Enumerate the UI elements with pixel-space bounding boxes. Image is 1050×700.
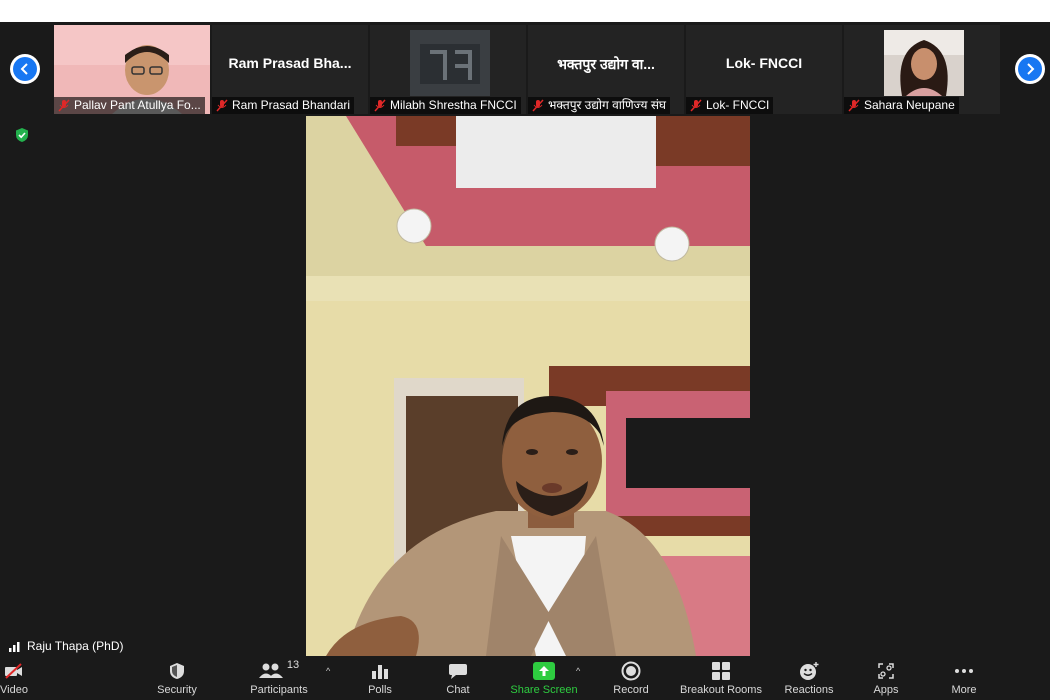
chat-label: Chat — [446, 684, 470, 696]
breakout-rooms-button[interactable]: Breakout Rooms — [676, 658, 766, 700]
security-shield-icon — [170, 663, 184, 679]
participant-name-label: भक्तपुर उद्योग वाणिज्य संघ — [528, 97, 671, 114]
participants-label: Participants — [250, 684, 308, 696]
next-page-button[interactable] — [1015, 54, 1045, 84]
participant-display-name: Lok- FNCCI — [725, 55, 803, 71]
participant-strip: Pallav Pant Atullya Fo... Ram Prasad Bha… — [0, 22, 1050, 114]
muted-mic-icon — [848, 99, 860, 112]
signal-strength-icon — [9, 641, 20, 652]
participants-options-caret-icon[interactable]: ^ — [326, 666, 330, 676]
participant-tile[interactable]: Lok- FNCCI Lok- FNCCI — [686, 25, 842, 114]
encryption-shield-icon[interactable] — [14, 127, 30, 143]
muted-mic-icon — [216, 99, 228, 112]
record-button[interactable]: Record — [610, 658, 652, 700]
share-screen-icon — [533, 662, 555, 680]
polls-icon — [372, 665, 388, 679]
more-label: More — [951, 684, 977, 696]
video-off-icon — [5, 663, 22, 679]
participant-display-name: भक्तपुर उद्योग वा... — [557, 56, 655, 72]
participant-name-label: Lok- FNCCI — [686, 97, 774, 114]
speaker-name-tag: Raju Thapa (PhD) — [4, 637, 129, 655]
muted-mic-icon — [532, 99, 544, 112]
breakout-rooms-label: Breakout Rooms — [680, 684, 762, 696]
speaker-video-frame — [306, 116, 750, 656]
security-label: Security — [157, 684, 197, 696]
muted-mic-icon — [374, 99, 386, 112]
polls-label: Polls — [368, 684, 392, 696]
share-screen-label: Share Screen — [510, 684, 578, 696]
muted-mic-icon — [58, 99, 70, 112]
share-screen-options-caret-icon[interactable]: ^ — [576, 666, 580, 676]
participant-display-name: Ram Prasad Bha... — [228, 55, 352, 71]
meeting-window: Pallav Pant Atullya Fo... Ram Prasad Bha… — [0, 22, 1050, 700]
participant-name: Sahara Neupane — [864, 98, 955, 112]
chat-button[interactable]: Chat — [438, 658, 478, 700]
polls-button[interactable]: Polls — [360, 658, 400, 700]
share-screen-button[interactable]: Share Screen — [508, 658, 580, 700]
participant-name-label: Pallav Pant Atullya Fo... — [54, 97, 205, 114]
more-dots-icon — [955, 669, 973, 673]
chevron-left-icon — [13, 57, 37, 81]
participant-avatar — [410, 30, 490, 96]
participant-tile[interactable]: Pallav Pant Atullya Fo... — [54, 25, 210, 114]
participant-name: भक्तपुर उद्योग वाणिज्य संघ — [548, 98, 667, 112]
speaker-name: Raju Thapa (PhD) — [27, 639, 124, 653]
chevron-right-icon — [1018, 57, 1042, 81]
security-button[interactable]: Security — [148, 658, 206, 700]
participant-tile[interactable]: Milabh Shrestha FNCCI — [370, 25, 526, 114]
participants-button[interactable]: 13 Participants — [245, 658, 313, 700]
participant-name: Lok- FNCCI — [706, 98, 770, 112]
participant-name-label: Ram Prasad Bhandari — [212, 97, 355, 114]
previous-page-button[interactable] — [10, 54, 40, 84]
meeting-toolbar: Video Security 13 Participants ^ Polls C… — [0, 656, 1050, 700]
video-button[interactable]: Video — [0, 658, 34, 700]
apps-button[interactable]: Apps — [866, 658, 906, 700]
participant-name: Pallav Pant Atullya Fo... — [74, 98, 201, 112]
record-label: Record — [613, 684, 649, 696]
apps-label: Apps — [873, 684, 899, 696]
more-button[interactable]: More — [944, 658, 984, 700]
participant-name-label: Sahara Neupane — [844, 97, 959, 114]
participant-name: Milabh Shrestha FNCCI — [390, 98, 517, 112]
participant-name-label: Milabh Shrestha FNCCI — [370, 97, 521, 114]
participant-tile[interactable]: भक्तपुर उद्योग वा... भक्तपुर उद्योग वाणि… — [528, 25, 684, 114]
participant-name: Ram Prasad Bhandari — [232, 98, 351, 112]
reactions-label: Reactions — [784, 684, 834, 696]
participant-avatar — [884, 30, 964, 96]
apps-icon — [878, 663, 894, 679]
muted-mic-icon — [690, 99, 702, 112]
video-label: Video — [0, 684, 28, 696]
participants-count: 13 — [286, 659, 300, 671]
record-icon — [621, 661, 641, 681]
reactions-button[interactable]: Reactions — [782, 658, 836, 700]
participant-tile[interactable]: Ram Prasad Bha... Ram Prasad Bhandari — [212, 25, 368, 114]
reactions-icon — [800, 662, 819, 680]
chat-icon — [449, 663, 467, 679]
active-speaker-video — [306, 116, 750, 656]
participant-tile[interactable]: Sahara Neupane — [844, 25, 1000, 114]
participants-icon — [258, 663, 283, 678]
breakout-rooms-icon — [712, 662, 730, 680]
